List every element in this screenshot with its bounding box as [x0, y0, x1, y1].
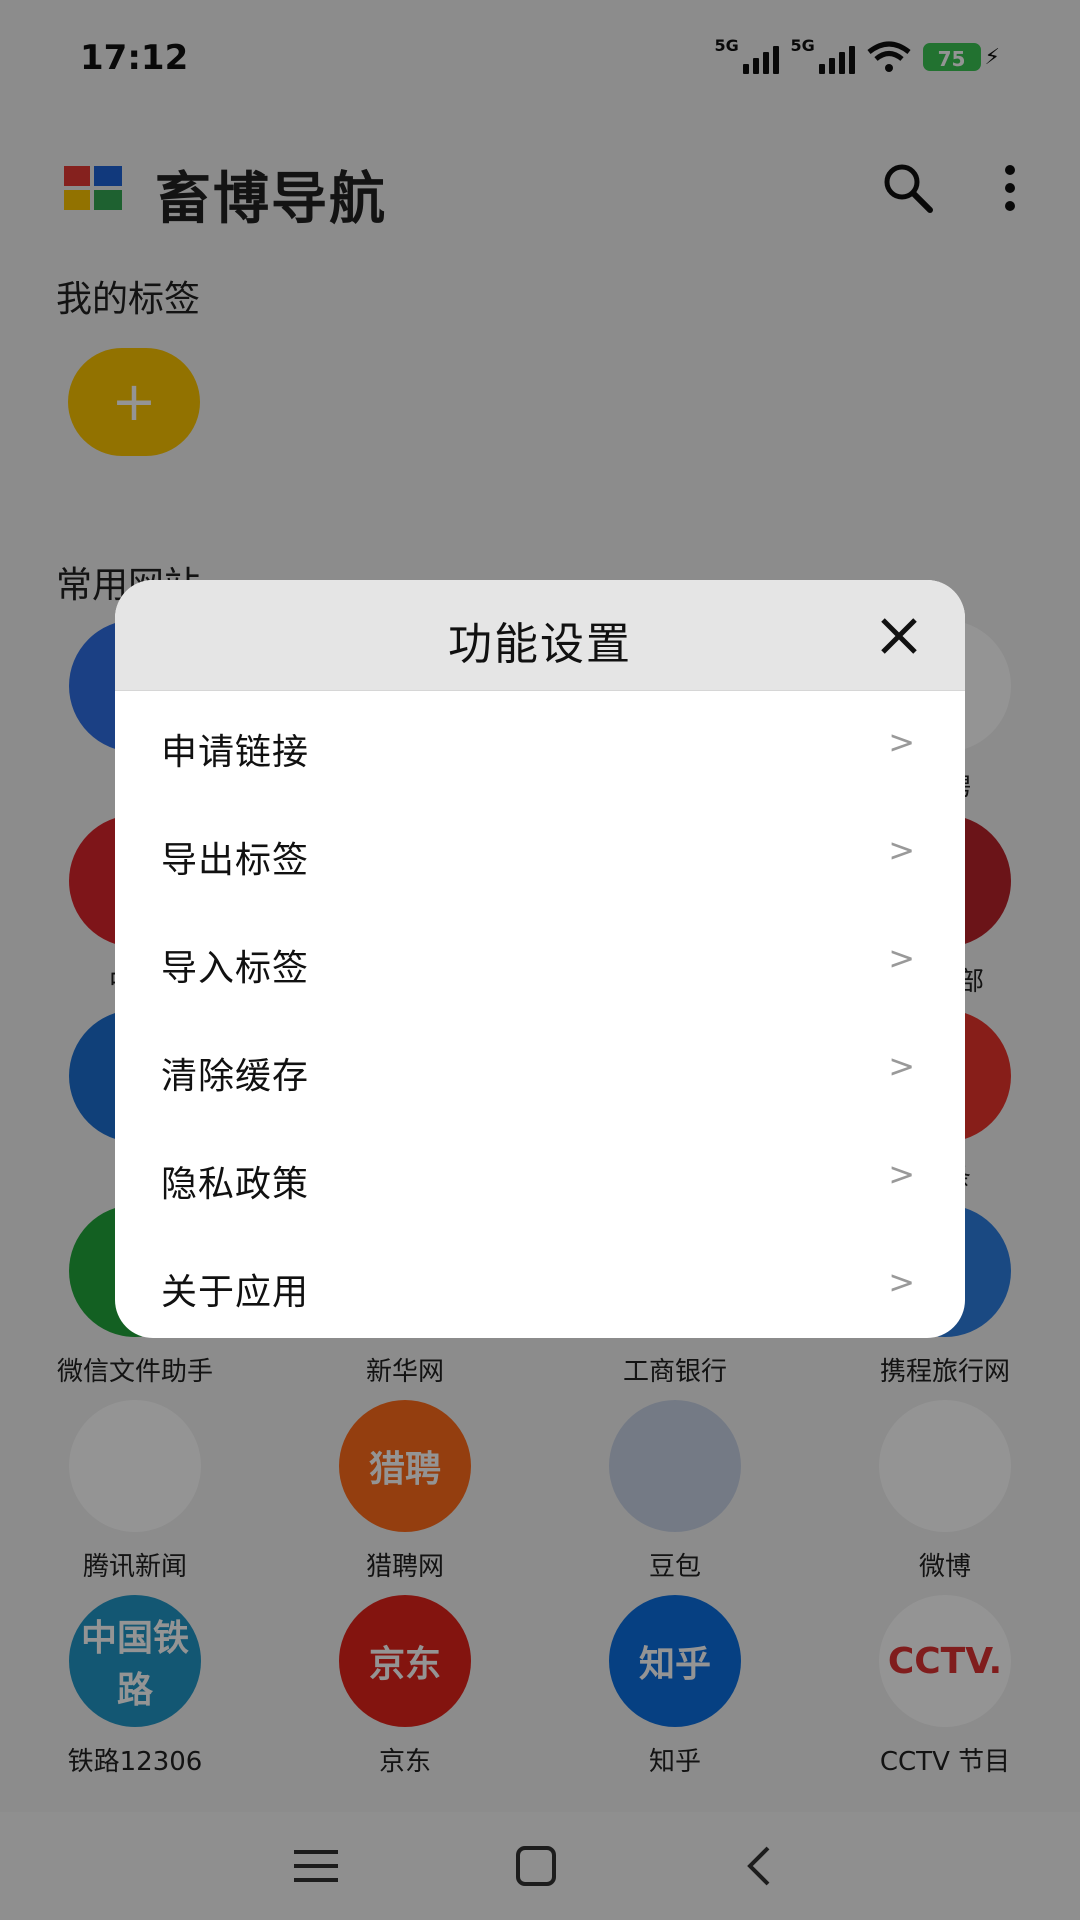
close-button[interactable]	[877, 614, 921, 658]
app-screen: 17:12 5G 5G 75 ⚡ 畜博导航 我的标签 + 微信文件助手 新华网 …	[0, 0, 1080, 1920]
close-icon	[881, 618, 917, 654]
menu-item-label: 导入标签	[161, 948, 310, 989]
chevron-right-icon: >	[888, 723, 915, 761]
menu-item[interactable]: 隐私政策 >	[115, 1123, 965, 1231]
menu-item-label: 导出标签	[161, 840, 310, 881]
menu-item-label: 隐私政策	[161, 1164, 310, 1205]
chevron-right-icon: >	[888, 1263, 915, 1301]
settings-dialog: 功能设置 申请链接 > 导出标签 > 导入标签 > 清除缓存 > 隐私政策 > 关于应用 >	[115, 580, 965, 1338]
menu-item[interactable]: 导入标签 >	[115, 907, 965, 1015]
menu-item-label: 关于应用	[161, 1272, 310, 1313]
menu-item[interactable]: 清除缓存 >	[115, 1015, 965, 1123]
chevron-right-icon: >	[888, 1047, 915, 1085]
menu-item[interactable]: 关于应用 >	[115, 1231, 965, 1338]
dialog-title: 功能设置	[448, 619, 632, 670]
dialog-header: 功能设置	[115, 580, 965, 691]
settings-menu: 申请链接 > 导出标签 > 导入标签 > 清除缓存 > 隐私政策 > 关于应用 >	[115, 691, 965, 1338]
chevron-right-icon: >	[888, 831, 915, 869]
chevron-right-icon: >	[888, 1155, 915, 1193]
menu-item-label: 清除缓存	[161, 1056, 310, 1097]
menu-item[interactable]: 导出标签 >	[115, 799, 965, 907]
menu-item[interactable]: 申请链接 >	[115, 691, 965, 799]
menu-item-label: 申请链接	[161, 732, 310, 773]
chevron-right-icon: >	[888, 939, 915, 977]
